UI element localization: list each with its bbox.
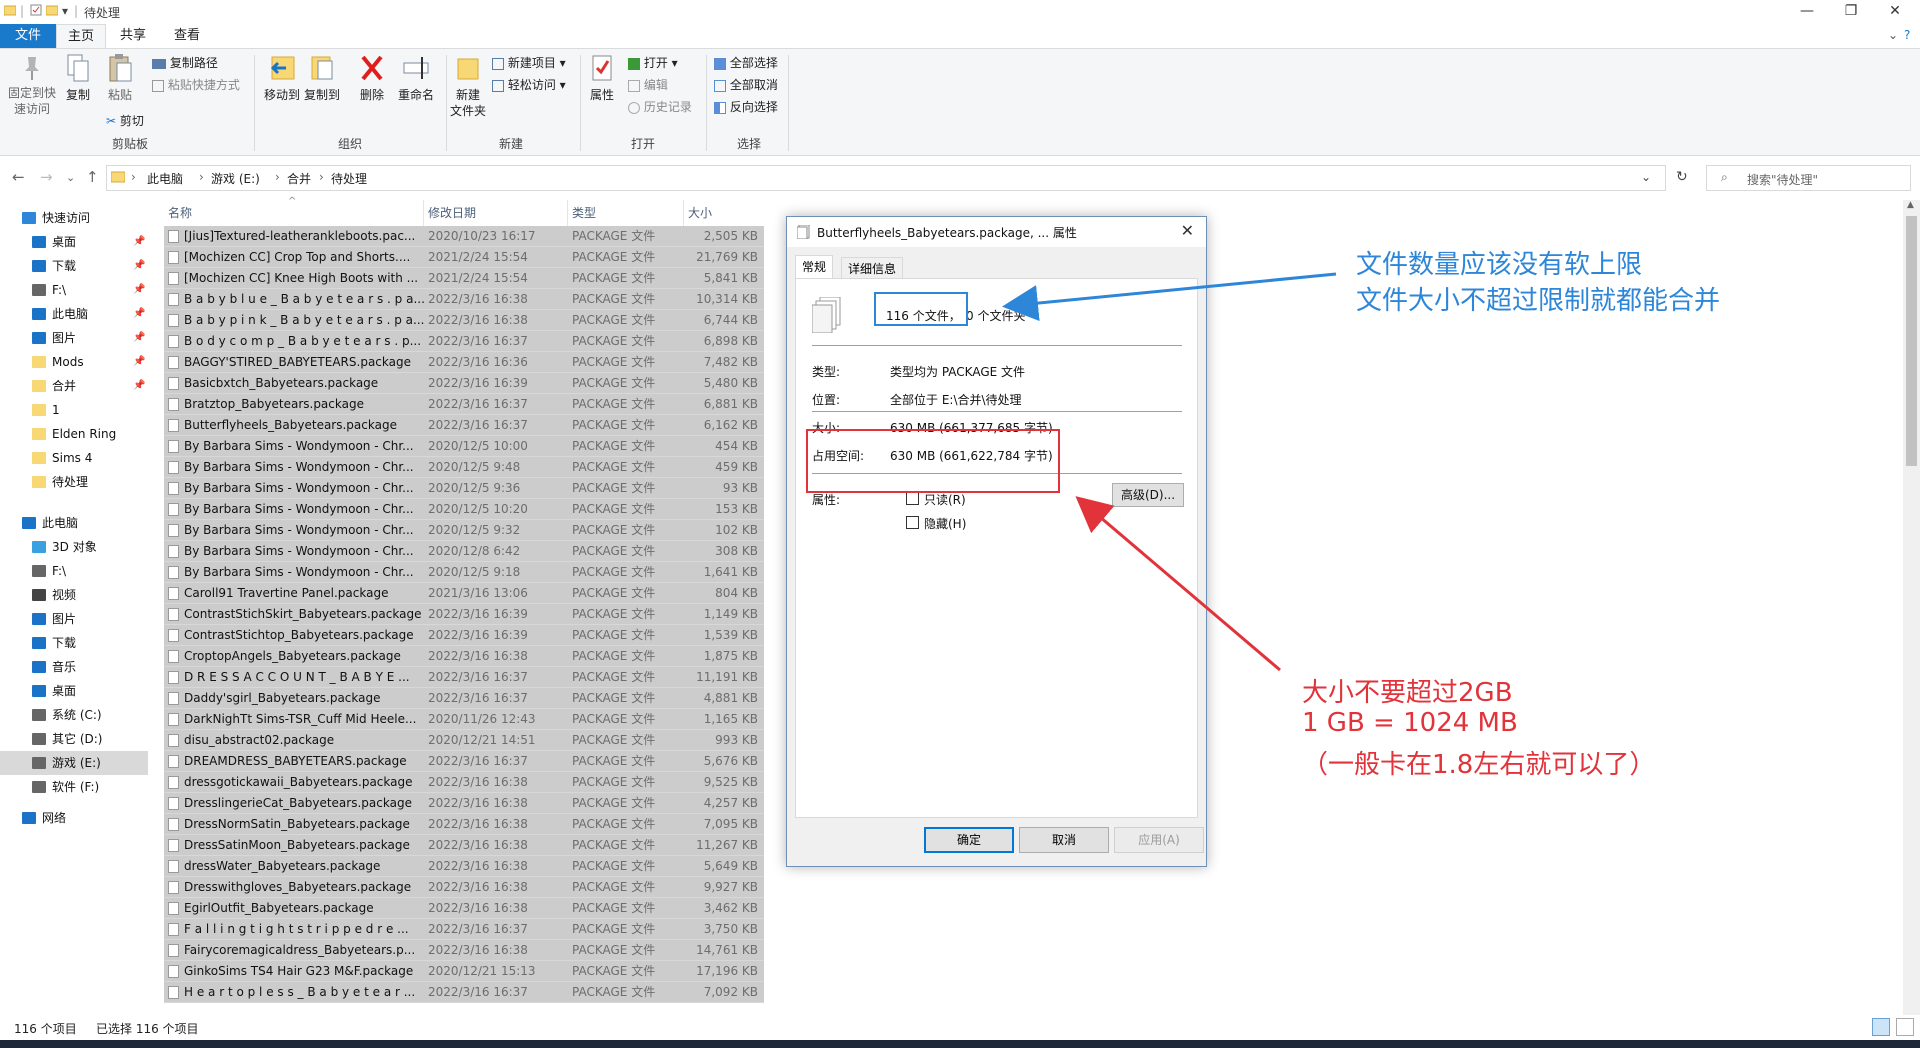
blue-arrow bbox=[1002, 272, 1337, 322]
annotation-blue-line-2: 文件大小不超过限制就都能合并 bbox=[1356, 286, 1721, 316]
red-arrow bbox=[1075, 496, 1281, 672]
annotation-red-line-2: 1 GB = 1024 MB bbox=[1302, 708, 1518, 738]
annotation-red-line-1: 大小不要超过2GB bbox=[1302, 678, 1513, 708]
annotation-blue-line-1: 文件数量应该没有软上限 bbox=[1356, 250, 1643, 280]
annotation-arrows bbox=[1002, 272, 1337, 672]
annotation-red-line-3: （一般卡在1.8左右就可以了） bbox=[1302, 750, 1656, 780]
